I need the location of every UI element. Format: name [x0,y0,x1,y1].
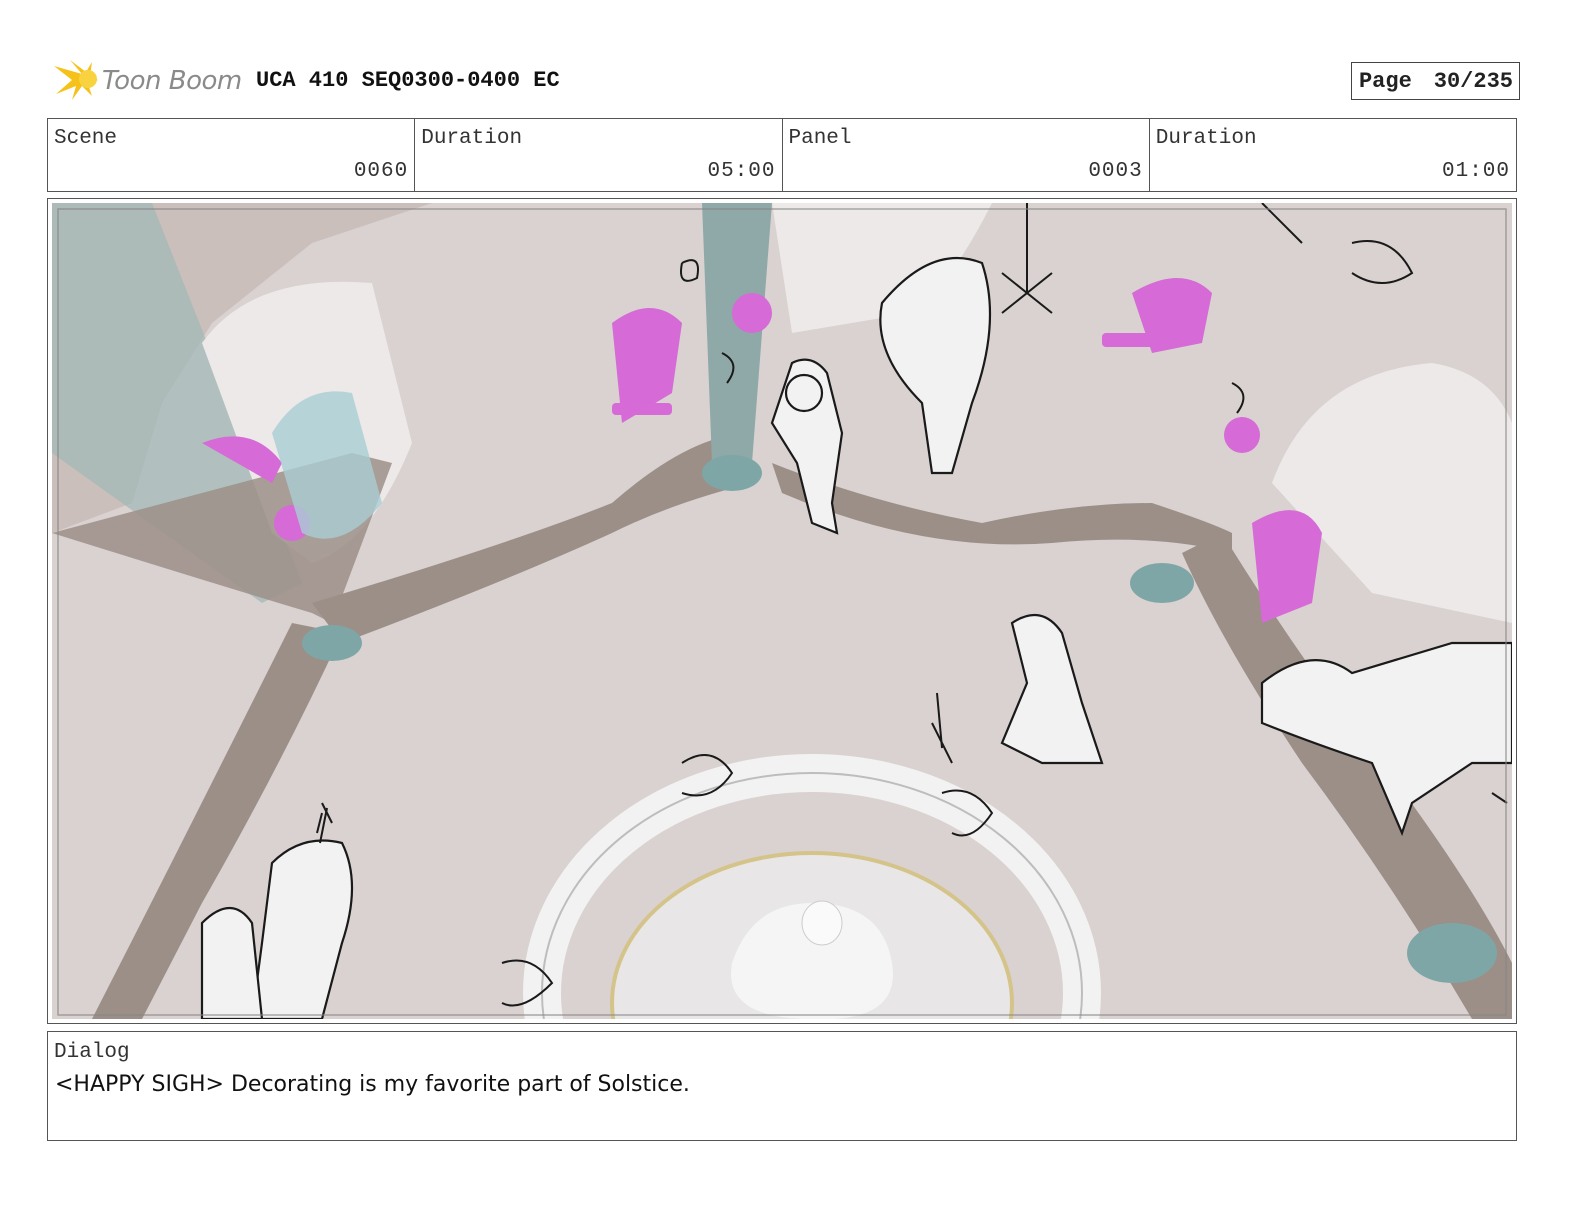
page-label: Page [1358,68,1412,94]
logo-text: Toon Boom [102,66,242,96]
storyboard-panel-frame [47,198,1517,1024]
scene-duration-cell: Duration 05:00 [415,119,783,191]
page-header: Toon Boom UCA 410 SEQ0300-0400 EC Page 3… [52,54,1520,106]
document-title: UCA 410 SEQ0300-0400 EC [256,68,560,93]
panel-duration-label: Duration [1155,127,1257,150]
dialog-text: <HAPPY SIGH> Decorating is my favorite p… [55,1072,690,1097]
scene-label: Scene [54,127,118,150]
panel-cell: Panel 0003 [783,119,1150,191]
scene-info-table: Scene 0060 Duration 05:00 Panel 0003 Dur… [47,118,1517,192]
scene-duration-value: 05:00 [707,160,776,183]
page-indicator: Page 30/235 [1350,62,1520,100]
panel-duration-value: 01:00 [1441,160,1510,183]
panel-illustration [52,203,1512,1019]
scene-cell: Scene 0060 [48,119,416,191]
dialog-box: Dialog <HAPPY SIGH> Decorating is my fav… [47,1031,1517,1141]
scene-value: 0060 [353,160,409,183]
scene-duration-label: Duration [421,127,523,150]
page-number: 30/235 [1433,68,1513,94]
toon-boom-star-logo-icon [52,56,100,107]
dialog-label: Dialog [54,1041,130,1064]
panel-duration-cell: Duration 01:00 [1150,119,1516,191]
panel-label: Panel [788,127,852,150]
storyboard-panel-image [52,203,1512,1019]
toon-boom-logo: Toon Boom [52,58,242,104]
panel-value: 0003 [1088,160,1143,183]
